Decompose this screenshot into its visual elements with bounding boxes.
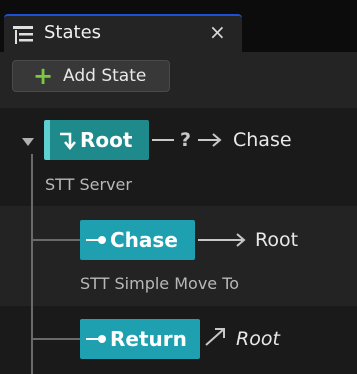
arrow-right-icon bbox=[198, 133, 222, 147]
transition-target: Chase bbox=[233, 129, 292, 151]
transition-target: Root bbox=[236, 328, 280, 350]
state-name: Root bbox=[80, 128, 133, 152]
tree-connector-vertical bbox=[31, 154, 33, 374]
state-task: STT Simple Move To bbox=[80, 274, 240, 293]
state-node-root[interactable]: Root bbox=[44, 120, 149, 160]
state-name: Return bbox=[110, 327, 187, 351]
tree-connector-chase bbox=[31, 239, 80, 241]
toolbar: + Add State bbox=[0, 52, 357, 108]
arrow-right-icon bbox=[198, 233, 246, 247]
state-link-icon bbox=[86, 335, 106, 343]
tab-title: States bbox=[44, 22, 102, 43]
enter-arrow-icon bbox=[60, 132, 76, 150]
tree-connector-return bbox=[31, 338, 80, 340]
plus-icon: + bbox=[33, 62, 54, 90]
state-node-chase[interactable]: Chase bbox=[80, 220, 195, 260]
state-node-return[interactable]: Return bbox=[80, 319, 200, 359]
tab-bar: States × bbox=[0, 0, 357, 52]
transition-target: Root bbox=[255, 229, 299, 251]
outline-list-icon bbox=[13, 26, 33, 44]
state-name: Chase bbox=[110, 228, 178, 252]
state-link-icon bbox=[86, 236, 106, 244]
close-icon[interactable]: × bbox=[209, 20, 226, 44]
tab-states[interactable]: States × bbox=[4, 14, 242, 52]
add-state-button[interactable]: + Add State bbox=[12, 60, 170, 92]
return-arrow-icon bbox=[205, 328, 225, 346]
transition-condition: ? bbox=[180, 129, 192, 151]
transition-line bbox=[152, 139, 174, 141]
collapse-chevron-icon[interactable] bbox=[22, 138, 34, 146]
add-state-label: Add State bbox=[63, 66, 147, 86]
state-task: STT Server bbox=[45, 175, 132, 194]
state-tree: Root ? Chase STT Server Chase Root STT S… bbox=[0, 108, 357, 374]
